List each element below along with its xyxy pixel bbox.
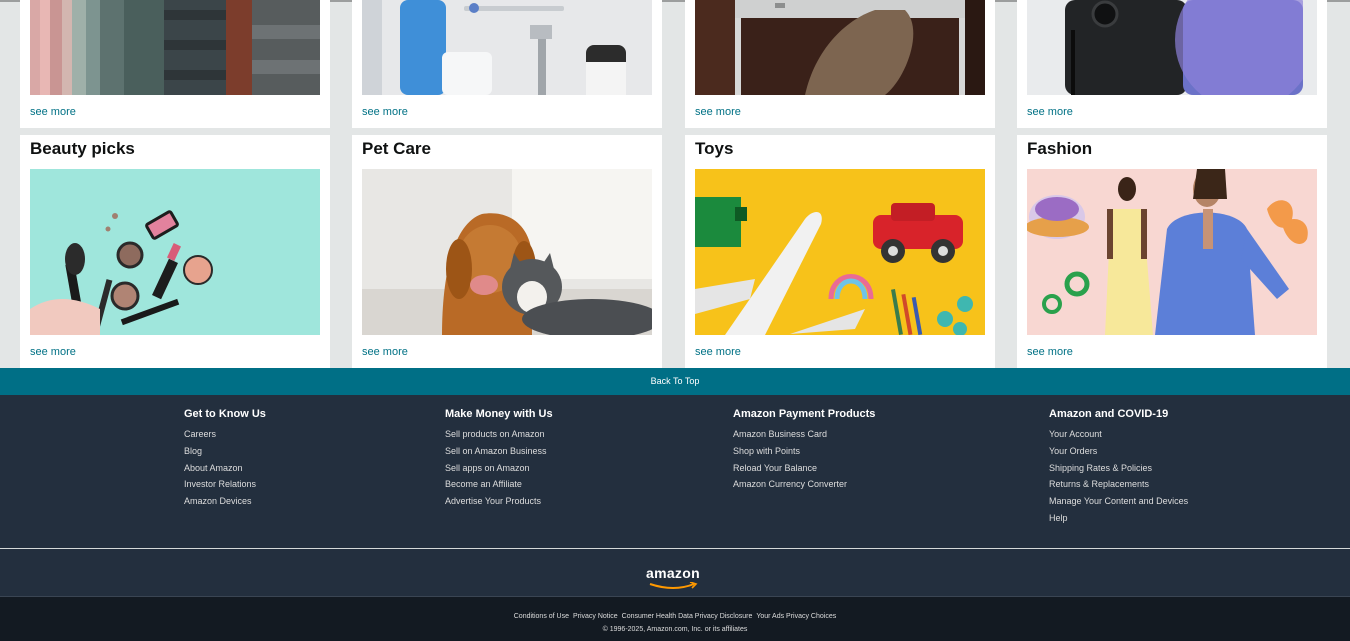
card-title: Toys (695, 139, 734, 158)
amazon-logo-text: amazon (646, 565, 700, 581)
footer-link-currency-converter[interactable]: Amazon Currency Converter (733, 476, 875, 493)
card-image-pet[interactable] (362, 169, 652, 335)
footer-link-help[interactable]: Help (1049, 510, 1188, 527)
legal-links: Conditions of Use Privacy Notice Consume… (0, 613, 1350, 620)
card-row1-4: see more (1017, 0, 1327, 128)
footer-column-get-to-know-us: Get to Know Us Careers Blog About Amazon… (184, 408, 266, 510)
legal-link-health-data[interactable]: Consumer Health Data Privacy Disclosure (622, 613, 753, 620)
footer-link-manage-content[interactable]: Manage Your Content and Devices (1049, 493, 1188, 510)
product-cards-area: see more see more see more see more Beau… (0, 0, 1350, 368)
copyright: © 1996-2025, Amazon.com, Inc. or its aff… (602, 626, 748, 633)
footer-column-heading: Amazon and COVID-19 (1049, 408, 1169, 420)
footer-link-affiliate[interactable]: Become an Affiliate (445, 476, 553, 493)
card-beauty-picks: Beauty picks see more (20, 135, 330, 368)
footer-link-sell-apps[interactable]: Sell apps on Amazon (445, 460, 553, 477)
footer-link-amazon-devices[interactable]: Amazon Devices (184, 493, 266, 510)
footer-column-make-money: Make Money with Us Sell products on Amaz… (445, 408, 553, 510)
footer-column-heading: Make Money with Us (445, 408, 553, 420)
footer-link-your-account[interactable]: Your Account (1049, 426, 1188, 443)
card-row1-1: see more (20, 0, 330, 128)
amazon-smile-icon (649, 582, 698, 589)
card-image-beauty[interactable] (30, 169, 320, 335)
see-more-link[interactable]: see more (30, 346, 76, 358)
footer-link-reload-balance[interactable]: Reload Your Balance (733, 460, 875, 477)
see-more-link[interactable]: see more (1027, 346, 1073, 358)
footer-link-about-amazon[interactable]: About Amazon (184, 460, 266, 477)
footer-legal-bar: Conditions of Use Privacy Notice Consume… (0, 597, 1350, 641)
footer-link-sell-business[interactable]: Sell on Amazon Business (445, 443, 553, 460)
footer-link-shop-points[interactable]: Shop with Points (733, 443, 875, 460)
footer-column-covid: Amazon and COVID-19 Your Account Your Or… (1049, 408, 1188, 527)
back-to-top-button[interactable]: Back To Top (0, 368, 1350, 395)
see-more-link[interactable]: see more (1027, 106, 1073, 118)
card-image-closet[interactable] (30, 0, 320, 95)
card-image-personal-care[interactable] (362, 0, 652, 95)
footer-link-business-card[interactable]: Amazon Business Card (733, 426, 875, 443)
footer-column-heading: Amazon Payment Products (733, 408, 876, 420)
card-title: Beauty picks (30, 139, 135, 158)
footer-link-returns[interactable]: Returns & Replacements (1049, 476, 1188, 493)
footer-link-careers[interactable]: Careers (184, 426, 266, 443)
card-image-fashion[interactable] (1027, 169, 1317, 335)
card-fashion: Fashion see more (1017, 135, 1327, 368)
footer-link-your-orders[interactable]: Your Orders (1049, 443, 1188, 460)
legal-link-privacy-notice[interactable]: Privacy Notice (573, 613, 618, 620)
footer-link-shipping-rates[interactable]: Shipping Rates & Policies (1049, 460, 1188, 477)
see-more-link[interactable]: see more (695, 106, 741, 118)
card-title: Pet Care (362, 139, 431, 158)
see-more-link[interactable]: see more (695, 346, 741, 358)
legal-link-ads-privacy[interactable]: Your Ads Privacy Choices (756, 613, 836, 620)
see-more-link[interactable]: see more (30, 106, 76, 118)
footer-link-blog[interactable]: Blog (184, 443, 266, 460)
see-more-link[interactable]: see more (362, 106, 408, 118)
amazon-logo[interactable]: amazon (646, 565, 700, 589)
card-row1-3: see more (685, 0, 995, 128)
footer-link-advertise[interactable]: Advertise Your Products (445, 493, 553, 510)
footer-link-sell-products[interactable]: Sell products on Amazon (445, 426, 553, 443)
footer-logo-bar: amazon (0, 548, 1350, 597)
footer-column-payment-products: Amazon Payment Products Amazon Business … (733, 408, 875, 493)
card-title: Fashion (1027, 139, 1093, 158)
card-image-phone[interactable] (1027, 0, 1317, 95)
footer-nav: Get to Know Us Careers Blog About Amazon… (0, 395, 1350, 548)
card-row1-2: see more (352, 0, 662, 128)
card-image-toys[interactable] (695, 169, 985, 335)
card-pet-care: Pet Care see more (352, 135, 662, 368)
footer-link-investor-relations[interactable]: Investor Relations (184, 476, 266, 493)
card-toys: Toys see more (685, 135, 995, 368)
see-more-link[interactable]: see more (362, 346, 408, 358)
legal-link-conditions[interactable]: Conditions of Use (514, 613, 569, 620)
footer-column-heading: Get to Know Us (184, 408, 266, 420)
card-image-desk[interactable] (695, 0, 985, 95)
